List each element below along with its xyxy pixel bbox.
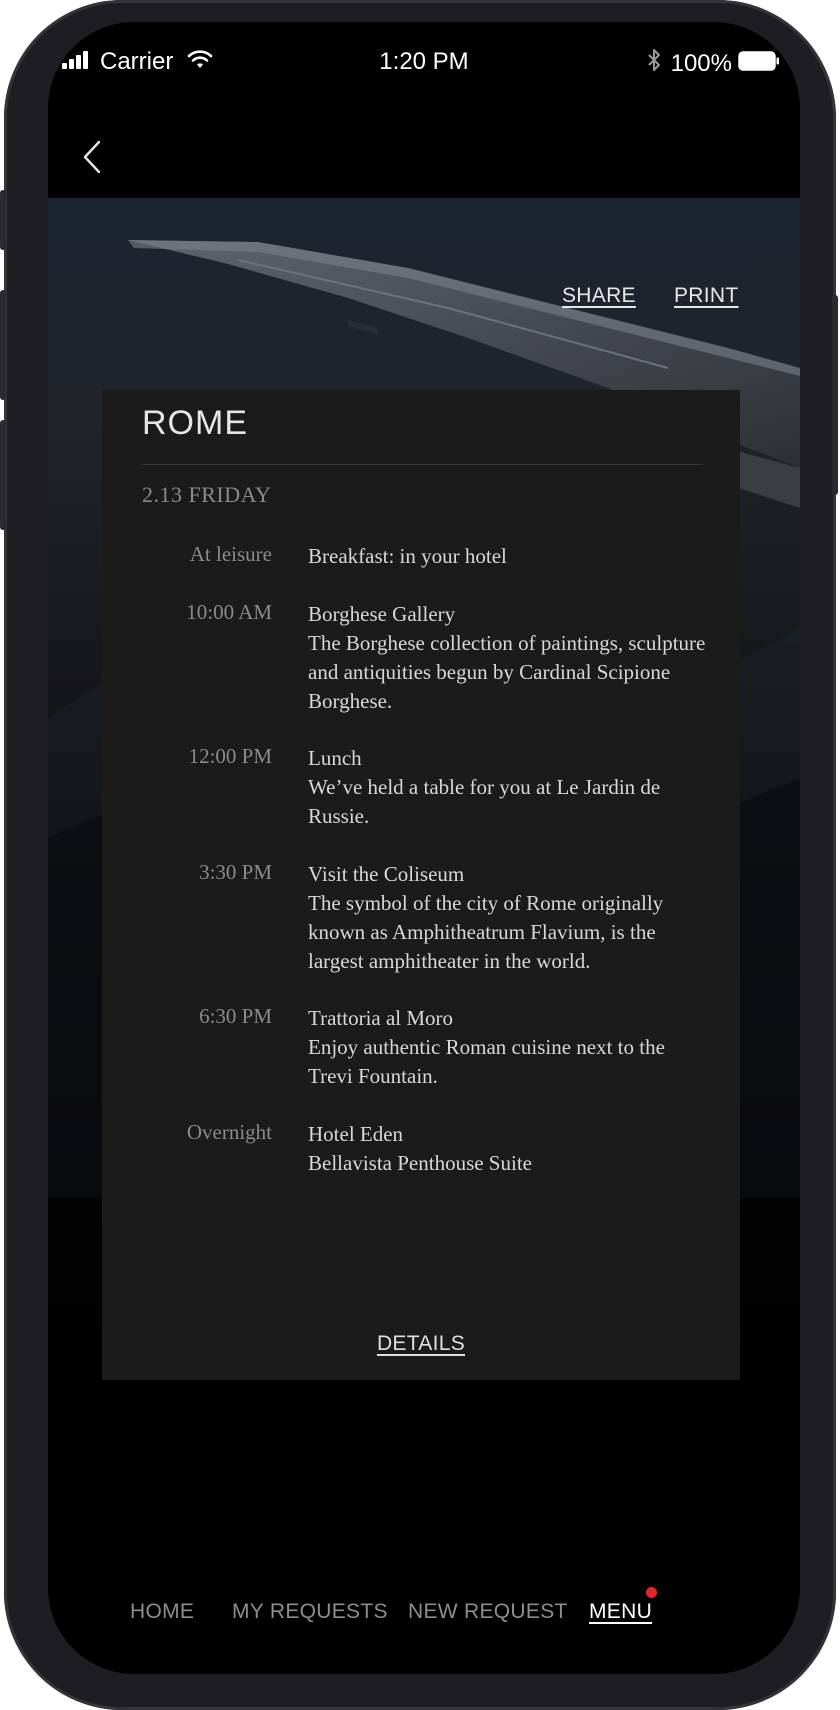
item-description: Bellavista Penthouse Suite: [308, 1151, 532, 1175]
phone-frame: Carrier 1:20 PM 100% SHARE PRINT ROME 2.…: [0, 0, 838, 1710]
nav-home[interactable]: HOME: [130, 1600, 194, 1624]
item-title: Lunch: [308, 746, 362, 770]
chevron-left-icon: [83, 140, 101, 174]
item-title: Hotel Eden: [308, 1122, 404, 1146]
mute-switch: [0, 190, 6, 250]
item-time: At leisure: [189, 542, 272, 566]
item-body: Hotel Eden Bellavista Penthouse Suite: [308, 1120, 708, 1178]
item-description: The Borghese collection of paintings, sc…: [308, 631, 706, 713]
battery-icon: [738, 50, 780, 78]
bluetooth-icon: [647, 48, 661, 79]
notification-badge: [646, 1587, 657, 1598]
item-body: Visit the Coliseum The symbol of the cit…: [308, 860, 708, 976]
itinerary-card: ROME 2.13 FRIDAY At leisure Breakfast: i…: [102, 390, 740, 1380]
print-link[interactable]: PRINT: [674, 284, 739, 308]
volume-up-button: [0, 290, 6, 400]
share-link[interactable]: SHARE: [562, 284, 636, 308]
screen: Carrier 1:20 PM 100% SHARE PRINT ROME 2.…: [48, 22, 800, 1674]
back-button[interactable]: [74, 132, 110, 182]
item-description: We’ve held a table for you at Le Jardin …: [308, 775, 661, 828]
details-link-container: DETAILS: [102, 1332, 740, 1356]
itinerary-date: 2.13 FRIDAY: [142, 482, 272, 507]
details-link[interactable]: DETAILS: [377, 1332, 465, 1355]
nav-menu[interactable]: MENU: [589, 1600, 652, 1624]
nav-my-requests[interactable]: MY REQUESTS: [232, 1600, 388, 1624]
item-body: Trattoria al Moro Enjoy authentic Roman …: [308, 1004, 708, 1091]
item-time: 3:30 PM: [199, 860, 272, 884]
item-description: The symbol of the city of Rome originall…: [308, 891, 664, 973]
divider: [142, 464, 702, 465]
nav-new-request[interactable]: NEW REQUEST: [408, 1600, 568, 1624]
item-title: Breakfast: in your hotel: [308, 544, 507, 568]
item-time: Overnight: [186, 1120, 272, 1144]
item-body: Lunch We’ve held a table for you at Le J…: [308, 744, 708, 831]
item-time: 6:30 PM: [199, 1004, 272, 1028]
bottom-nav: HOME MY REQUESTS NEW REQUEST MENU: [48, 1587, 800, 1640]
status-bar: Carrier 1:20 PM 100%: [48, 22, 800, 102]
item-title: Borghese Gallery: [308, 602, 456, 626]
item-title: Visit the Coliseum: [308, 862, 465, 886]
power-button: [832, 295, 838, 495]
status-right: 100%: [647, 48, 780, 79]
item-time: 12:00 PM: [188, 744, 272, 768]
item-body: Breakfast: in your hotel: [308, 542, 708, 571]
battery-percent: 100%: [670, 49, 732, 77]
item-title: Trattoria al Moro: [308, 1006, 454, 1030]
city-title: ROME: [142, 404, 248, 442]
item-description: Enjoy authentic Roman cuisine next to th…: [308, 1035, 665, 1088]
volume-down-button: [0, 420, 6, 530]
item-time: 10:00 AM: [186, 600, 272, 624]
item-body: Borghese Gallery The Borghese collection…: [308, 600, 708, 716]
